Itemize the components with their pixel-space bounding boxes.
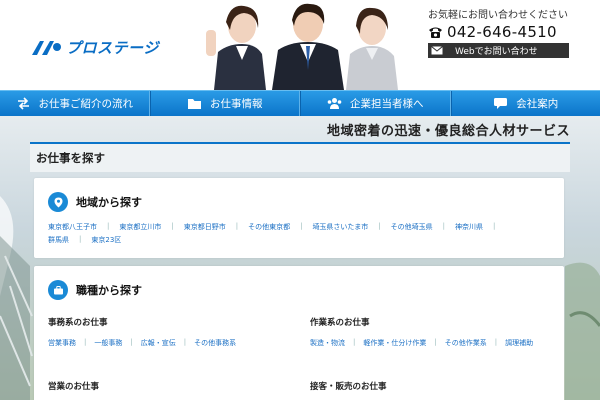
area-link[interactable]: 神奈川県 xyxy=(455,222,483,232)
job-link[interactable]: その他事務系 xyxy=(194,338,236,348)
tagline-bar: 地域密着の迅速・優良総合人材サービス xyxy=(0,116,600,142)
contact-lead: お気軽にお問い合わせください xyxy=(428,10,568,21)
nav-label-flow: お仕事ご紹介の流れ xyxy=(38,98,134,110)
job-group-title-service: 接客・販売のお仕事 xyxy=(310,382,387,392)
logo-text: プロステージ xyxy=(66,38,159,57)
phone-number[interactable]: 042-646-4510 xyxy=(428,23,573,41)
job-panel-title: 職種から探す xyxy=(76,284,142,297)
tagline: 地域密着の迅速・優良総合人材サービス xyxy=(326,123,570,139)
area-link[interactable]: 東京都立川市 xyxy=(119,222,161,232)
site-logo[interactable]: プロステージ xyxy=(30,36,159,58)
map-pin-icon xyxy=(48,192,68,212)
area-link[interactable]: その他東京都 xyxy=(248,222,290,232)
web-contact-button[interactable]: Webでお問い合わせ xyxy=(428,43,569,58)
search-title-bar: お仕事を探す xyxy=(30,142,570,172)
phone-number-text: 042-646-4510 xyxy=(447,23,557,41)
phone-icon xyxy=(429,27,442,38)
search-title: お仕事を探す xyxy=(36,151,105,165)
job-link[interactable]: 調理補助 xyxy=(505,338,533,348)
job-search-panel: 職種から探す 事務系のお仕事 営業事務 | 一般事務 | 広報・宣伝 | その他事務系… xyxy=(34,266,564,400)
area-links-second-row: 群馬県 | 東京23区 xyxy=(48,235,122,245)
web-contact-label: Webでお問い合わせ xyxy=(455,47,538,57)
logo-mark-icon xyxy=(32,41,61,55)
area-link[interactable]: その他埼玉県 xyxy=(391,222,433,232)
job-group-title-work: 作業系のお仕事 xyxy=(310,318,370,328)
nav-label-jobs: お仕事情報 xyxy=(210,98,263,110)
job-link[interactable]: その他作業系 xyxy=(445,338,487,348)
nav-item-company[interactable]: 会社案内 xyxy=(450,91,600,116)
chat-icon xyxy=(494,98,508,109)
users-icon xyxy=(327,98,342,109)
job-group-title-office: 事務系のお仕事 xyxy=(48,318,108,328)
job-link[interactable]: 軽作業・仕分け作業 xyxy=(363,338,426,348)
main-nav: お仕事ご紹介の流れ お仕事情報 企業担当者様へ 会社案内 xyxy=(0,90,600,116)
area-link[interactable]: 東京都日野市 xyxy=(184,222,226,232)
job-group-title-sales: 営業のお仕事 xyxy=(48,382,100,392)
job-group-links-office: 営業事務 | 一般事務 | 広報・宣伝 | その他事務系 xyxy=(48,338,237,348)
contact-box: お気軽にお問い合わせください 042-646-4510 Webでお問い合わせ xyxy=(428,6,573,58)
area-link[interactable]: 東京都八王子市 xyxy=(48,222,97,232)
area-links: 東京都八王子市 | 東京都立川市 | 東京都日野市 | その他東京都 | 埼玉県さいたま… xyxy=(48,222,496,232)
job-link[interactable]: 広報・宣伝 xyxy=(141,338,176,348)
job-link[interactable]: 製造・物流 xyxy=(310,338,345,348)
job-link[interactable]: 一般事務 xyxy=(94,338,122,348)
nav-item-jobs[interactable]: お仕事情報 xyxy=(149,91,300,116)
briefcase-icon xyxy=(48,280,68,300)
mail-icon xyxy=(431,46,443,55)
folder-icon xyxy=(188,99,201,109)
exchange-icon xyxy=(17,97,29,110)
site-header: プロステージ お気軽にお問い合わせください 042-646-4510 Webでお… xyxy=(0,0,600,90)
job-panel-head: 職種から探す xyxy=(48,280,142,300)
nav-item-employers[interactable]: 企業担当者様へ xyxy=(300,91,451,116)
area-link[interactable]: 群馬県 xyxy=(48,235,69,245)
area-link[interactable]: 東京23区 xyxy=(91,235,121,245)
area-search-panel: 地域から探す 東京都八王子市 | 東京都立川市 | 東京都日野市 | その他東京都 | … xyxy=(34,178,564,258)
area-panel-title: 地域から探す xyxy=(76,196,142,209)
area-panel-head: 地域から探す xyxy=(48,192,142,212)
nav-item-flow[interactable]: お仕事ご紹介の流れ xyxy=(0,91,150,116)
staff-photo xyxy=(200,0,420,90)
area-link[interactable]: 埼玉県さいたま市 xyxy=(312,222,368,232)
job-group-links-work: 製造・物流 | 軽作業・仕分け作業 | その他作業系 | 調理補助 xyxy=(310,338,534,348)
job-link[interactable]: 営業事務 xyxy=(48,338,76,348)
nav-label-company: 会社案内 xyxy=(516,98,559,110)
nav-label-employers: 企業担当者様へ xyxy=(350,98,424,110)
